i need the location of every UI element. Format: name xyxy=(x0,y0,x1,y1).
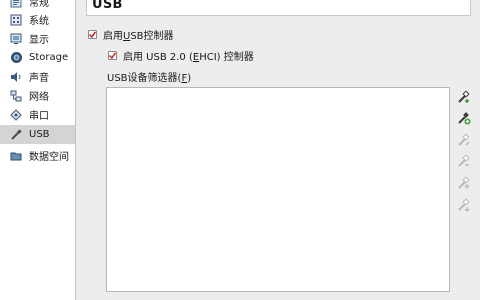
sidebar-item-label: 数据空间 xyxy=(29,152,69,163)
settings-category-list: 常规 系统 显示 Storage 声音 网络 串口 USB 数据空间 xyxy=(0,0,76,300)
checkbox-box[interactable] xyxy=(88,30,97,39)
sidebar-item-label: 显示 xyxy=(29,35,49,46)
checkbox-box[interactable] xyxy=(108,51,117,60)
sidebar-item-display[interactable]: 显示 xyxy=(0,29,75,48)
add-filter-from-device-button[interactable] xyxy=(456,111,472,127)
edit-filter-icon xyxy=(457,132,471,150)
enable-usb-checkbox[interactable]: 启用USB控制器 xyxy=(88,27,174,42)
audio-icon xyxy=(9,70,23,84)
sidebar-item-network[interactable]: 网络 xyxy=(0,86,75,105)
serial-port-icon xyxy=(9,108,23,122)
sidebar-item-label: 声音 xyxy=(29,73,49,84)
move-filter-down-icon xyxy=(457,197,471,215)
shared-folders-icon xyxy=(9,149,23,163)
usb-filter-list[interactable] xyxy=(106,87,450,292)
sidebar-item-label: USB xyxy=(29,129,50,140)
page-title: USB xyxy=(92,0,123,12)
sidebar-item-serial-ports[interactable]: 串口 xyxy=(0,105,75,124)
sidebar-item-storage[interactable]: Storage xyxy=(0,48,75,67)
network-icon xyxy=(9,89,23,103)
sidebar-item-label: 常规 xyxy=(29,0,49,9)
move-filter-up-icon xyxy=(457,175,471,193)
edit-filter-button[interactable] xyxy=(456,132,472,150)
sidebar-item-label: 网络 xyxy=(29,92,49,103)
usb-icon xyxy=(9,128,23,142)
system-icon xyxy=(9,13,23,27)
sidebar-item-shared-folders[interactable]: 数据空间 xyxy=(0,146,75,165)
move-filter-up-button[interactable] xyxy=(456,175,472,193)
general-icon xyxy=(9,0,23,9)
remove-filter-icon xyxy=(457,153,471,171)
sidebar-item-system[interactable]: 系统 xyxy=(0,10,75,29)
display-icon xyxy=(9,32,23,46)
sidebar-item-label: 串口 xyxy=(29,111,49,122)
add-empty-filter-icon xyxy=(457,89,471,107)
sidebar-item-label: 系统 xyxy=(29,16,49,27)
enable-ehci-checkbox[interactable]: 启用 USB 2.0 (EHCI) 控制器 xyxy=(108,48,254,63)
sidebar-item-label: Storage xyxy=(29,52,69,63)
enable-ehci-label: 启用 USB 2.0 (EHCI) 控制器 xyxy=(123,52,254,63)
add-filter-from-device-icon xyxy=(457,111,471,128)
remove-filter-button[interactable] xyxy=(456,153,472,171)
page-header: USB xyxy=(86,0,471,16)
sidebar-item-usb[interactable]: USB xyxy=(0,125,75,144)
sidebar-item-audio[interactable]: 声音 xyxy=(0,67,75,86)
enable-usb-label: 启用USB控制器 xyxy=(103,31,174,42)
storage-icon xyxy=(9,51,23,65)
move-filter-down-button[interactable] xyxy=(456,197,472,215)
add-empty-filter-button[interactable] xyxy=(456,89,472,107)
usb-filters-label: USB设备筛选器(F) xyxy=(107,73,192,84)
